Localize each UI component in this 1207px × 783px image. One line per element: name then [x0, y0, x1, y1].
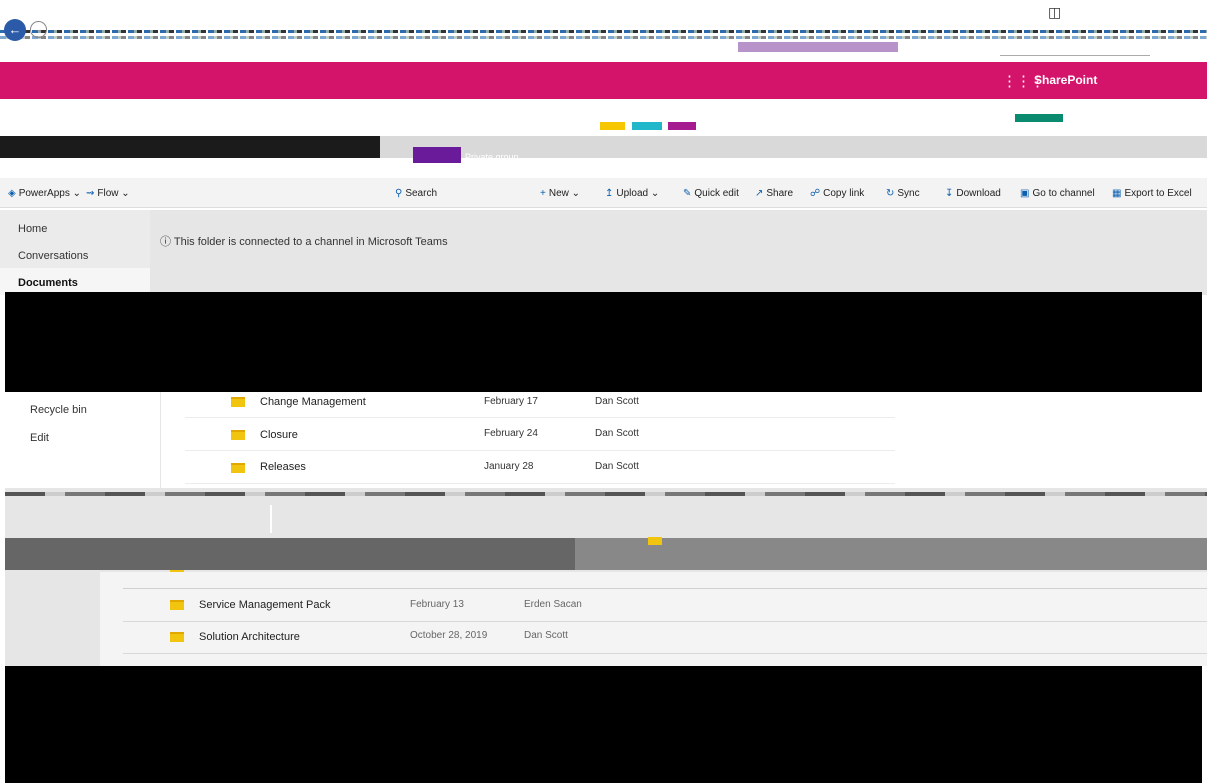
table-row[interactable]: Solution Architecture October 28, 2019 D… — [123, 621, 1207, 654]
window-layout-icon[interactable]: ◫ — [1048, 4, 1061, 21]
file-modified-by: Dan Scott — [524, 630, 568, 641]
table-row[interactable]: Closure February 24 Dan Scott — [185, 418, 895, 451]
excel-icon: ▦ — [1112, 188, 1122, 199]
header-decoration — [632, 122, 662, 130]
upload-icon: ↥ — [605, 188, 614, 199]
nav-documents[interactable]: Documents — [18, 277, 78, 289]
powerapps-icon: ◈ — [8, 188, 16, 199]
link-icon: ☍ — [810, 188, 821, 199]
content-area — [150, 210, 1207, 295]
nav-edit[interactable]: Edit — [30, 432, 49, 444]
folder-icon — [170, 600, 184, 610]
sharepoint-brand[interactable]: SharePoint — [1034, 73, 1097, 87]
cmd-flow[interactable]: ⇝ Flow ⌄ — [86, 188, 130, 199]
file-modified: February 13 — [410, 599, 464, 610]
folder-icon — [231, 463, 245, 473]
file-modified-by: Dan Scott — [595, 461, 639, 472]
back-icon[interactable]: ← — [4, 19, 26, 41]
file-name[interactable]: Change Management — [260, 396, 366, 408]
cmd-share[interactable]: ↗ Share — [755, 188, 793, 199]
browser-tab[interactable] — [738, 42, 898, 52]
header-decoration — [668, 122, 696, 130]
nav-recycle-bin[interactable]: Recycle bin — [30, 404, 87, 416]
browser-addressbar — [0, 36, 1207, 39]
folder-icon — [170, 632, 184, 642]
file-modified: October 28, 2019 — [410, 630, 488, 641]
lower-divider — [5, 492, 1207, 496]
folder-icon — [648, 537, 662, 545]
table-row[interactable]: Releases January 28 Dan Scott — [185, 451, 895, 484]
cmd-export-excel[interactable]: ▦ Export to Excel — [1112, 188, 1192, 199]
cmd-download[interactable]: ↧ Download — [945, 188, 1001, 199]
nav-home[interactable]: Home — [18, 223, 47, 235]
site-privacy-label: Private group — [465, 152, 519, 162]
lower-band — [5, 538, 575, 570]
table-row[interactable]: Service Management Pack February 13 Erde… — [123, 589, 1207, 622]
cmd-search[interactable]: ⚲ Search — [395, 188, 437, 199]
download-icon: ↧ — [945, 188, 954, 199]
search-icon: ⚲ — [395, 188, 403, 199]
address-field[interactable] — [1000, 48, 1150, 56]
cmd-go-to-channel[interactable]: ▣ Go to channel — [1020, 188, 1095, 199]
browser-tabstrip — [0, 30, 1207, 33]
sync-icon: ↻ — [886, 188, 895, 199]
flow-icon: ⇝ — [86, 188, 95, 199]
lower-band — [575, 538, 1207, 570]
file-name[interactable]: Releases — [260, 461, 306, 473]
file-modified: January 28 — [484, 461, 534, 472]
cmd-upload[interactable]: ↥ Upload ⌄ — [605, 188, 659, 199]
file-modified-by: Erden Sacan — [524, 599, 582, 610]
pencil-icon: ✎ — [683, 188, 692, 199]
file-name[interactable]: Service Management Pack — [199, 599, 330, 611]
redacted-region — [5, 292, 1202, 392]
forward-icon[interactable]: → — [30, 21, 47, 38]
file-modified-by: Dan Scott — [595, 396, 639, 407]
file-modified: February 17 — [484, 396, 538, 407]
nav-conversations[interactable]: Conversations — [18, 250, 88, 262]
redacted-region — [5, 666, 1202, 783]
table-row[interactable]: Change Management February 17 Dan Scott — [185, 385, 895, 418]
file-name[interactable]: Closure — [260, 429, 298, 441]
cmd-new[interactable]: + New ⌄ — [540, 188, 580, 199]
cmd-powerapps[interactable]: ◈ PowerApps ⌄ — [8, 188, 81, 199]
file-modified-by: Dan Scott — [595, 428, 639, 439]
cmd-quick-edit[interactable]: ✎ Quick edit — [683, 188, 739, 199]
header-decoration — [1015, 114, 1063, 122]
folder-icon — [231, 397, 245, 407]
header-decoration — [600, 122, 625, 130]
teams-icon: ▣ — [1020, 188, 1030, 199]
cmd-copy-link[interactable]: ☍ Copy link — [810, 188, 864, 199]
file-modified: February 24 — [484, 428, 538, 439]
nav-divider — [160, 392, 161, 488]
teams-channel-notice: ⓘ This folder is connected to a channel … — [160, 236, 448, 248]
plus-icon: + — [540, 188, 546, 199]
share-icon: ↗ — [755, 188, 764, 199]
lower-divider — [270, 505, 272, 533]
cmd-sync[interactable]: ↻ Sync — [886, 188, 920, 199]
folder-icon — [231, 430, 245, 440]
file-name[interactable]: Solution Architecture — [199, 631, 300, 643]
site-logo[interactable] — [413, 147, 461, 163]
